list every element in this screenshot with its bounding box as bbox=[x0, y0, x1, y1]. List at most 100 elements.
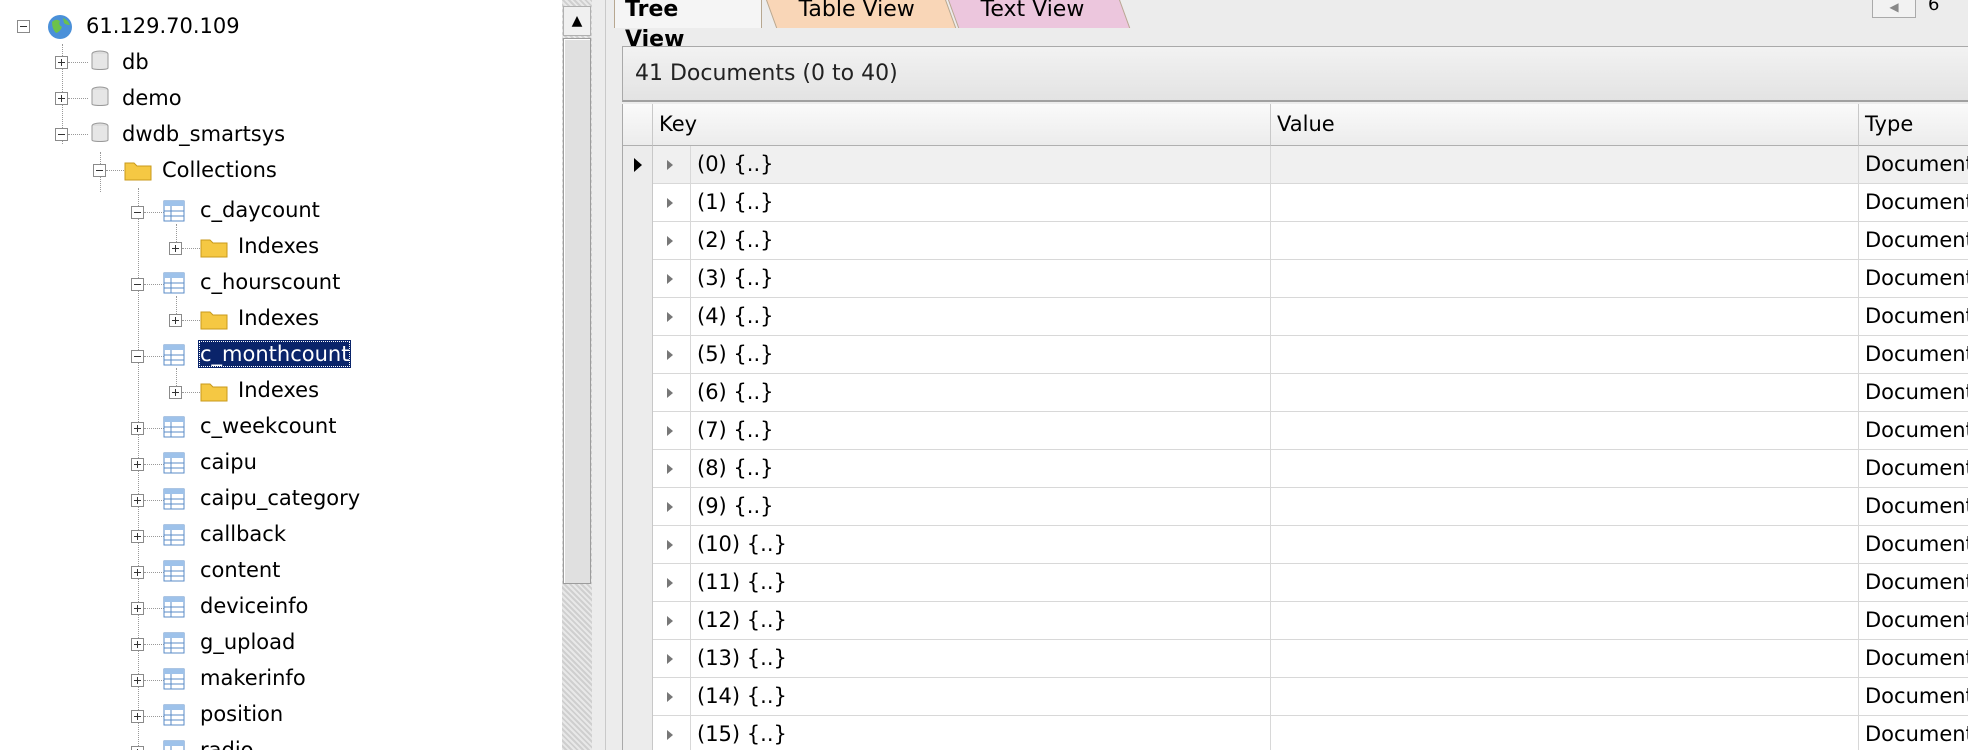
tree-vertical-scrollbar[interactable]: ▲ bbox=[562, 0, 592, 750]
indexes-expand-toggle[interactable] bbox=[169, 386, 182, 399]
table-row[interactable]: (14) {..} Document bbox=[623, 678, 1968, 716]
row-selector[interactable] bbox=[623, 526, 653, 564]
row-selector[interactable] bbox=[623, 640, 653, 678]
collections-collapse-toggle[interactable] bbox=[93, 164, 106, 177]
collection-toggle-c_monthcount[interactable] bbox=[131, 350, 144, 363]
scroll-up-button[interactable]: ▲ bbox=[563, 6, 591, 36]
row-selector[interactable] bbox=[623, 336, 653, 374]
collection-toggle-c_daycount[interactable] bbox=[131, 206, 144, 219]
row-selector[interactable] bbox=[623, 716, 653, 750]
column-header-key[interactable]: Key bbox=[653, 104, 1271, 146]
table-row[interactable]: (13) {..} Document bbox=[623, 640, 1968, 678]
table-row[interactable]: (5) {..} Document bbox=[623, 336, 1968, 374]
row-selector[interactable] bbox=[623, 678, 653, 716]
demo-expand-toggle[interactable] bbox=[55, 92, 68, 105]
tab-tree-view[interactable]: Tree View bbox=[614, 0, 762, 52]
table-row[interactable]: (12) {..} Document bbox=[623, 602, 1968, 640]
row-expand-button[interactable] bbox=[653, 146, 691, 184]
collection-toggle-radio[interactable] bbox=[131, 746, 144, 750]
scroll-thumb[interactable] bbox=[563, 38, 591, 584]
table-row[interactable]: (10) {..} Document bbox=[623, 526, 1968, 564]
collection-radio[interactable]: radio bbox=[198, 736, 256, 750]
row-selector[interactable] bbox=[623, 602, 653, 640]
dwdb-collapse-toggle[interactable] bbox=[55, 128, 68, 141]
collections-folder[interactable]: Collections bbox=[160, 156, 279, 184]
row-selector[interactable] bbox=[623, 488, 653, 526]
collection-toggle-content[interactable] bbox=[131, 566, 144, 579]
collection-toggle-caipu_category[interactable] bbox=[131, 494, 144, 507]
table-row[interactable]: (7) {..} Document bbox=[623, 412, 1968, 450]
collection-content[interactable]: content bbox=[198, 556, 282, 584]
column-header-type[interactable]: Type bbox=[1859, 104, 1968, 146]
db-expand-toggle[interactable] bbox=[55, 56, 68, 69]
table-row[interactable]: (2) {..} Document bbox=[623, 222, 1968, 260]
row-expand-button[interactable] bbox=[653, 564, 691, 602]
collection-toggle-position[interactable] bbox=[131, 710, 144, 723]
server-collapse-toggle[interactable] bbox=[17, 20, 30, 33]
collection-toggle-c_weekcount[interactable] bbox=[131, 422, 144, 435]
row-expand-button[interactable] bbox=[653, 526, 691, 564]
table-row[interactable]: (11) {..} Document bbox=[623, 564, 1968, 602]
collection-callback[interactable]: callback bbox=[198, 520, 288, 548]
table-row[interactable]: (8) {..} Document bbox=[623, 450, 1968, 488]
row-expand-button[interactable] bbox=[653, 488, 691, 526]
collection-c_monthcount[interactable]: c_monthcount bbox=[198, 340, 352, 368]
table-row[interactable]: (4) {..} Document bbox=[623, 298, 1968, 336]
row-selector[interactable] bbox=[623, 184, 653, 222]
row-expand-button[interactable] bbox=[653, 678, 691, 716]
row-expand-button[interactable] bbox=[653, 222, 691, 260]
row-selector[interactable] bbox=[623, 260, 653, 298]
collection-toggle-callback[interactable] bbox=[131, 530, 144, 543]
table-row[interactable]: (9) {..} Document bbox=[623, 488, 1968, 526]
row-expand-button[interactable] bbox=[653, 602, 691, 640]
table-row[interactable]: (15) {..} Document bbox=[623, 716, 1968, 750]
row-selector[interactable] bbox=[623, 146, 653, 184]
collection-caipu[interactable]: caipu bbox=[198, 448, 259, 476]
row-expand-button[interactable] bbox=[653, 336, 691, 374]
database-demo[interactable]: demo bbox=[120, 84, 184, 112]
collection-toggle-deviceinfo[interactable] bbox=[131, 602, 144, 615]
collection-deviceinfo[interactable]: deviceinfo bbox=[198, 592, 310, 620]
database-dwdb-smartsys[interactable]: dwdb_smartsys bbox=[120, 120, 287, 148]
row-expand-button[interactable] bbox=[653, 184, 691, 222]
row-expand-button[interactable] bbox=[653, 260, 691, 298]
previous-page-button[interactable]: ◀ bbox=[1872, 0, 1916, 18]
table-row[interactable]: (3) {..} Document bbox=[623, 260, 1968, 298]
collection-toggle-g_upload[interactable] bbox=[131, 638, 144, 651]
table-row[interactable]: (0) {..} Document bbox=[623, 146, 1968, 184]
row-selector[interactable] bbox=[623, 298, 653, 336]
row-selector[interactable] bbox=[623, 450, 653, 488]
page-size-field[interactable]: 6 bbox=[1928, 0, 1939, 15]
server-label[interactable]: 61.129.70.109 bbox=[84, 12, 242, 40]
collection-c_weekcount[interactable]: c_weekcount bbox=[198, 412, 338, 440]
collection-toggle-caipu[interactable] bbox=[131, 458, 144, 471]
indexes-folder[interactable]: Indexes bbox=[236, 304, 321, 332]
indexes-folder[interactable]: Indexes bbox=[236, 232, 321, 260]
table-row[interactable]: (6) {..} Document bbox=[623, 374, 1968, 412]
row-selector[interactable] bbox=[623, 412, 653, 450]
tab-table-view[interactable]: Table View bbox=[763, 0, 957, 28]
collection-c_daycount[interactable]: c_daycount bbox=[198, 196, 322, 224]
row-expand-button[interactable] bbox=[653, 412, 691, 450]
row-expand-button[interactable] bbox=[653, 640, 691, 678]
row-selector[interactable] bbox=[623, 222, 653, 260]
column-header-value[interactable]: Value bbox=[1271, 104, 1859, 146]
collection-position[interactable]: position bbox=[198, 700, 285, 728]
collection-makerinfo[interactable]: makerinfo bbox=[198, 664, 308, 692]
indexes-folder[interactable]: Indexes bbox=[236, 376, 321, 404]
collection-toggle-makerinfo[interactable] bbox=[131, 674, 144, 687]
database-db[interactable]: db bbox=[120, 48, 151, 76]
tab-text-view[interactable]: Text View bbox=[945, 0, 1131, 28]
collection-caipu_category[interactable]: caipu_category bbox=[198, 484, 362, 512]
collection-toggle-c_hourscount[interactable] bbox=[131, 278, 144, 291]
row-expand-button[interactable] bbox=[653, 716, 691, 750]
row-selector[interactable] bbox=[623, 374, 653, 412]
row-expand-button[interactable] bbox=[653, 450, 691, 488]
panel-splitter[interactable] bbox=[592, 0, 606, 750]
collection-g_upload[interactable]: g_upload bbox=[198, 628, 297, 656]
indexes-expand-toggle[interactable] bbox=[169, 242, 182, 255]
row-expand-button[interactable] bbox=[653, 374, 691, 412]
indexes-expand-toggle[interactable] bbox=[169, 314, 182, 327]
collection-c_hourscount[interactable]: c_hourscount bbox=[198, 268, 342, 296]
row-selector[interactable] bbox=[623, 564, 653, 602]
